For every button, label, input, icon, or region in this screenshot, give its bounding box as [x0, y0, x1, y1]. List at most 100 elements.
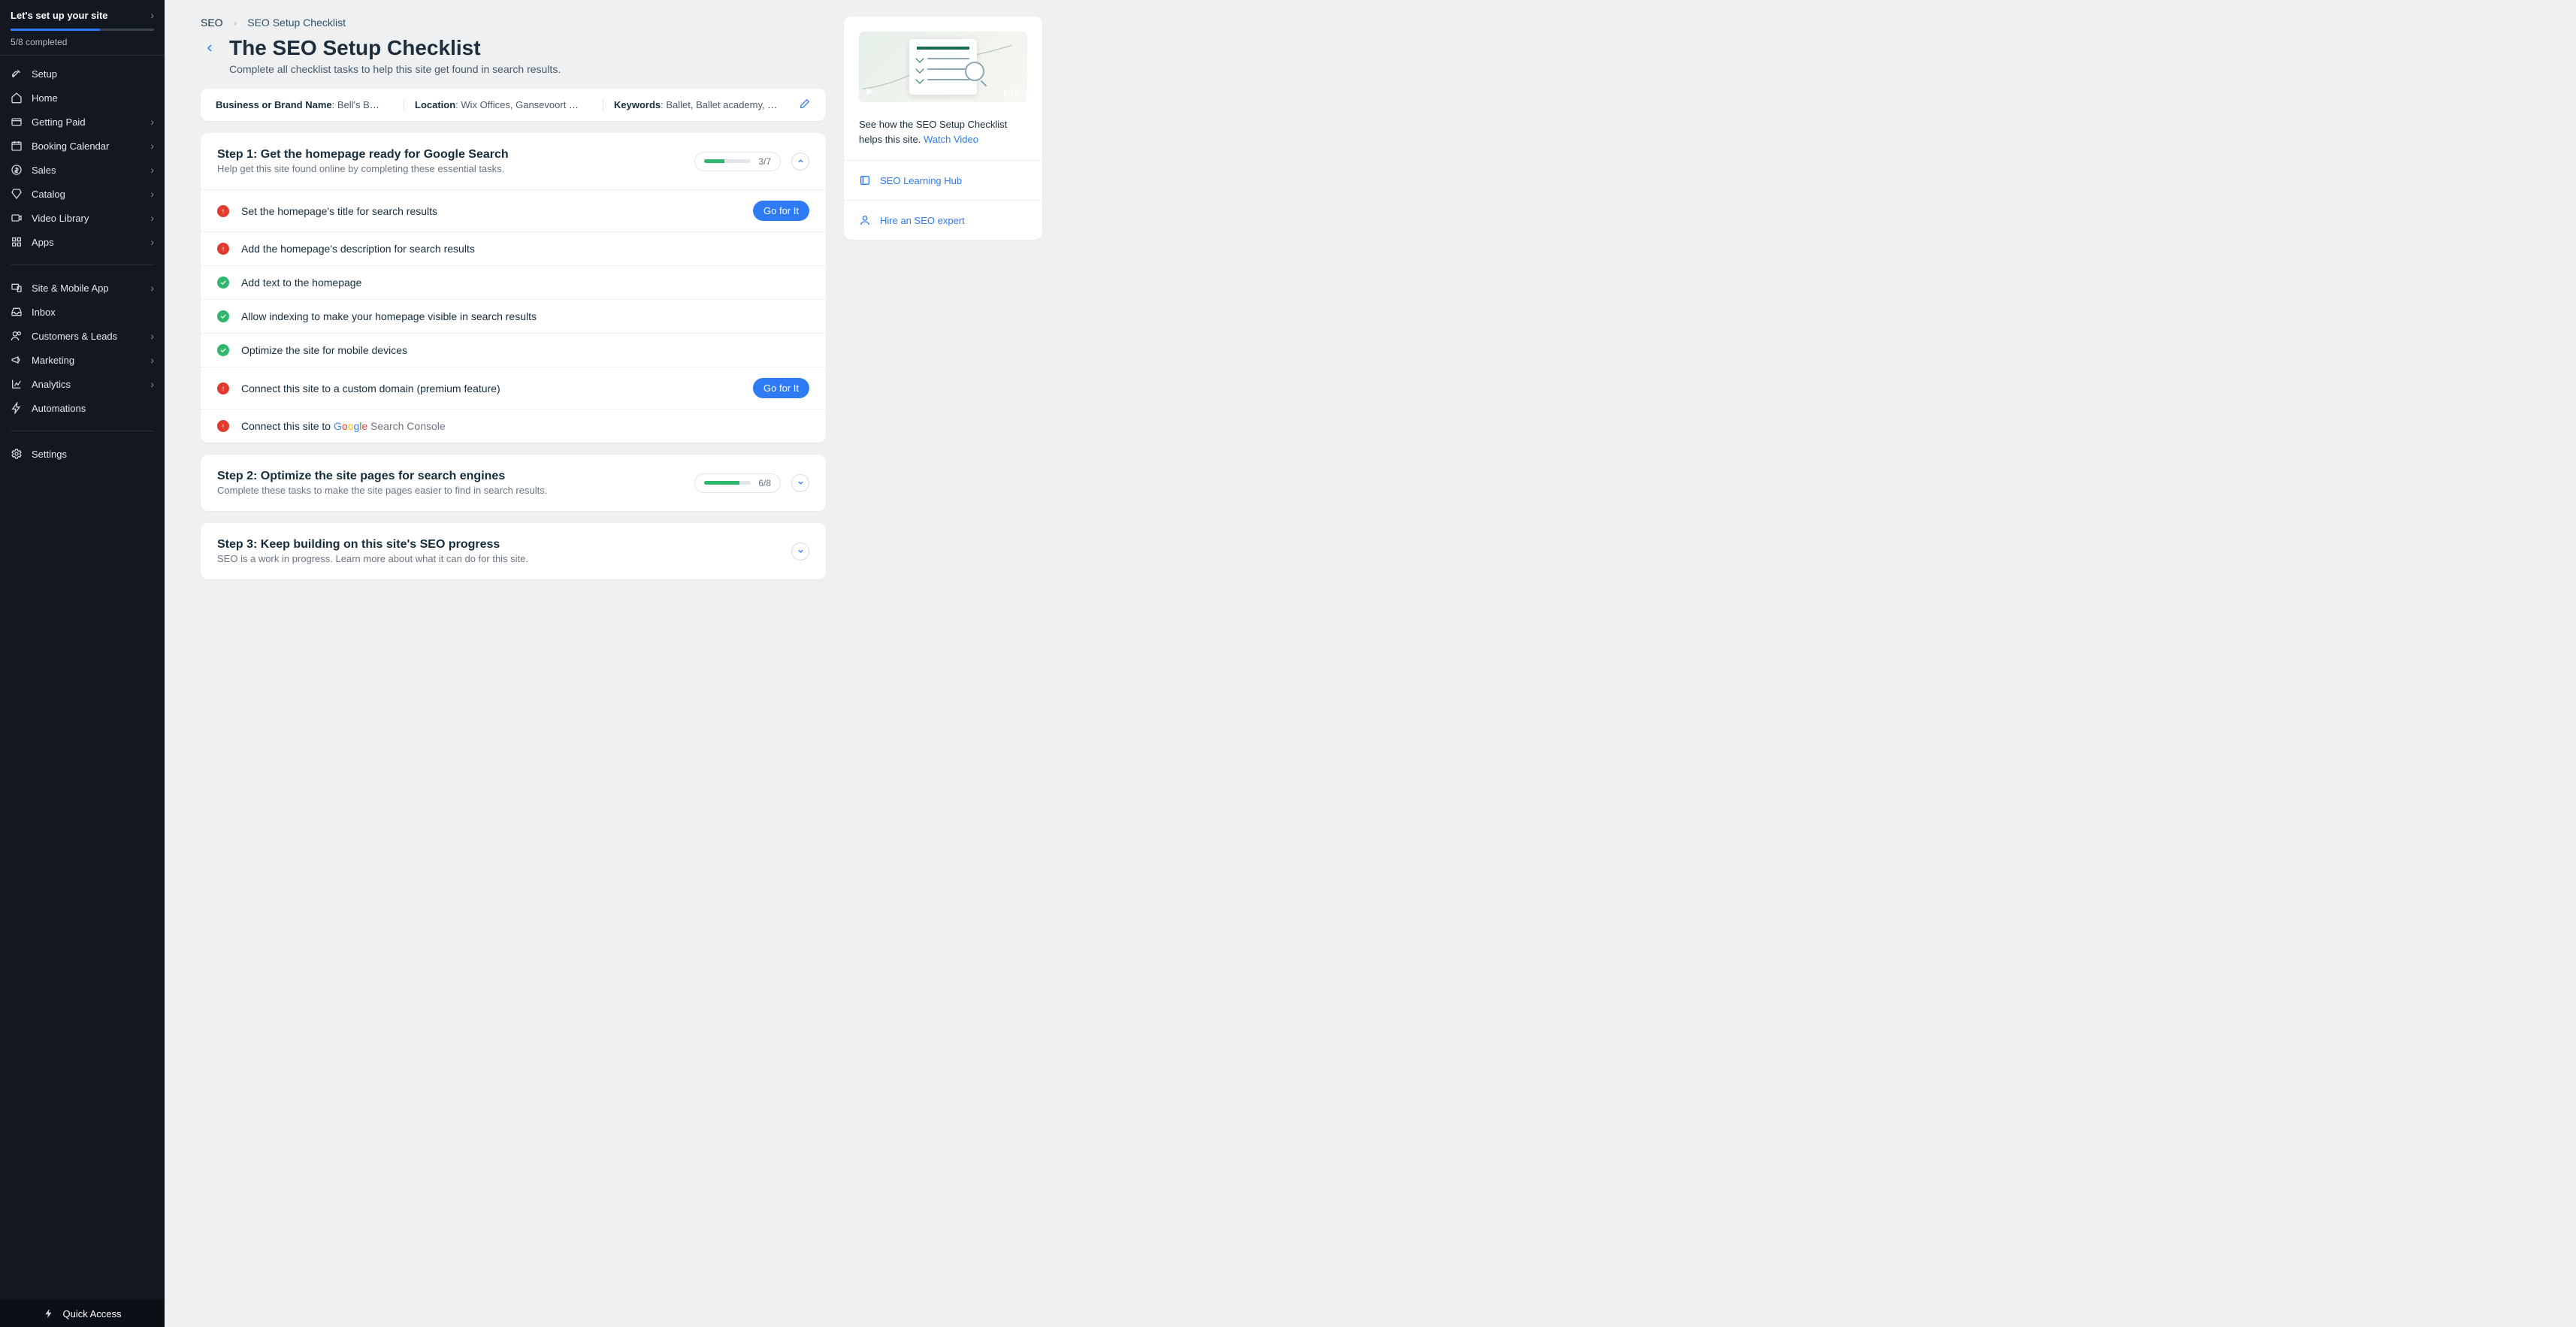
chevron-right-icon: › [150, 116, 154, 128]
sidebar-item-booking-calendar[interactable]: Booking Calendar › [0, 134, 165, 158]
chevron-right-icon: › [150, 140, 154, 152]
breadcrumb: SEO › SEO Setup Checklist [201, 17, 826, 29]
step-3-desc: SEO is a work in progress. Learn more ab… [217, 553, 528, 564]
page-title: The SEO Setup Checklist [229, 36, 481, 60]
task-row[interactable]: Connect this site to Google Search Conso… [201, 409, 826, 443]
sidebar-item-sales[interactable]: Sales › [0, 158, 165, 182]
breadcrumb-root[interactable]: SEO [201, 17, 223, 29]
nav-label: Catalog [32, 189, 65, 200]
intro-video-thumbnail[interactable]: ▶ 1:12 [859, 32, 1027, 102]
sidebar-item-site-mobile[interactable]: Site & Mobile App › [0, 276, 165, 300]
task-row[interactable]: Add text to the homepage [201, 265, 826, 299]
step-2-progress: 6/8 [694, 473, 781, 493]
play-icon: ▶ [866, 86, 873, 96]
nav-label: Settings [32, 449, 67, 460]
sidebar-item-automations[interactable]: Automations [0, 396, 165, 420]
chevron-right-icon: › [150, 236, 154, 248]
nav-label: Site & Mobile App [32, 283, 109, 294]
sidebar-item-apps[interactable]: Apps › [0, 230, 165, 254]
sidebar: Let's set up your site › 5/8 completed S… [0, 0, 165, 1327]
kv-brand: Business or Brand Name: Bell's Ball... [216, 99, 393, 110]
nav-label: Sales [32, 165, 56, 176]
task-label: Set the homepage's title for search resu… [241, 205, 437, 217]
diamond-icon [11, 188, 23, 200]
hire-seo-expert-link[interactable]: Hire an SEO expert [844, 200, 1042, 240]
task-row[interactable]: Optimize the site for mobile devices [201, 333, 826, 367]
task-row[interactable]: Allow indexing to make your homepage vis… [201, 299, 826, 333]
chevron-right-icon: › [150, 378, 154, 390]
checklist-graphic [909, 39, 977, 95]
breadcrumb-current: SEO Setup Checklist [247, 17, 346, 29]
sidebar-nav-primary: Setup Home Getting Paid › Booking Calend… [0, 56, 165, 260]
chart-icon [11, 378, 23, 390]
sidebar-item-settings[interactable]: Settings [0, 442, 165, 466]
progress-fill [704, 481, 739, 485]
nav-label: Automations [32, 403, 86, 414]
back-button[interactable] [201, 39, 219, 57]
sidebar-item-inbox[interactable]: Inbox [0, 300, 165, 324]
status-ok-icon [217, 344, 229, 356]
sidebar-item-customers-leads[interactable]: Customers & Leads › [0, 324, 165, 348]
dollar-icon [11, 164, 23, 176]
task-label: Optimize the site for mobile devices [241, 344, 407, 356]
sidebar-item-marketing[interactable]: Marketing › [0, 348, 165, 372]
book-icon [859, 174, 871, 186]
chevron-right-icon: › [150, 188, 154, 200]
sidebar-item-catalog[interactable]: Catalog › [0, 182, 165, 206]
rail-link-label: SEO Learning Hub [880, 175, 962, 186]
status-error-icon [217, 382, 229, 394]
progress-fill [704, 159, 724, 163]
site-setup-row[interactable]: Let's set up your site › [11, 9, 154, 21]
sidebar-item-getting-paid[interactable]: Getting Paid › [0, 110, 165, 134]
step-1-progress: 3/7 [694, 152, 781, 171]
chevron-right-icon: › [150, 9, 154, 21]
nav-label: Booking Calendar [32, 141, 109, 152]
sidebar-item-setup[interactable]: Setup [0, 62, 165, 86]
step-2-title: Step 2: Optimize the site pages for sear… [217, 470, 547, 483]
nav-label: Customers & Leads [32, 331, 117, 342]
task-row[interactable]: Connect this site to a custom domain (pr… [201, 367, 826, 409]
go-for-it-button[interactable]: Go for It [753, 378, 809, 398]
quick-access-button[interactable]: Quick Access [0, 1300, 165, 1327]
go-for-it-button[interactable]: Go for It [753, 201, 809, 221]
google-logo-text: Google [334, 420, 367, 432]
sidebar-item-video-library[interactable]: Video Library › [0, 206, 165, 230]
status-error-icon [217, 205, 229, 217]
person-icon [859, 214, 871, 226]
task-row[interactable]: Add the homepage's description for searc… [201, 231, 826, 265]
status-ok-icon [217, 310, 229, 322]
rocket-icon [11, 68, 23, 80]
step-1-card: Step 1: Get the homepage ready for Googl… [201, 133, 826, 443]
megaphone-icon [11, 354, 23, 366]
users-icon [11, 330, 23, 342]
status-error-icon [217, 420, 229, 432]
seo-learning-hub-link[interactable]: SEO Learning Hub [844, 160, 1042, 200]
nav-label: Inbox [32, 307, 56, 318]
apps-icon [11, 236, 23, 248]
calendar-icon [11, 140, 23, 152]
task-label: Connect this site to Google Search Conso… [241, 420, 446, 432]
sidebar-nav-secondary: Site & Mobile App › Inbox Customers & Le… [0, 270, 165, 426]
chevron-right-icon: › [150, 282, 154, 294]
sidebar-item-analytics[interactable]: Analytics › [0, 372, 165, 396]
collapse-step-1-button[interactable] [791, 153, 809, 171]
watch-video-link[interactable]: Watch Video [924, 134, 978, 145]
rail-link-label: Hire an SEO expert [880, 215, 965, 226]
edit-seo-basics-button[interactable] [799, 98, 811, 112]
sidebar-item-home[interactable]: Home [0, 86, 165, 110]
step-1-count: 3/7 [758, 156, 771, 167]
site-setup-label: Let's set up your site [11, 10, 108, 21]
nav-label: Analytics [32, 379, 71, 390]
expand-step-3-button[interactable] [791, 543, 809, 561]
page-subtitle: Complete all checklist tasks to help thi… [229, 63, 826, 75]
video-icon [11, 212, 23, 224]
kv-keywords: Keywords: Ballet, Ballet academy, Ballet… [614, 99, 791, 110]
expand-step-2-button[interactable] [791, 474, 809, 492]
task-label: Connect this site to a custom domain (pr… [241, 382, 500, 394]
rail-copy: See how the SEO Setup Checklist helps th… [844, 117, 1042, 160]
chevron-right-icon: › [150, 354, 154, 366]
chevron-right-icon: › [234, 17, 237, 29]
task-row[interactable]: Set the homepage's title for search resu… [201, 189, 826, 231]
bolt-icon [11, 402, 23, 414]
wallet-icon [11, 116, 23, 128]
